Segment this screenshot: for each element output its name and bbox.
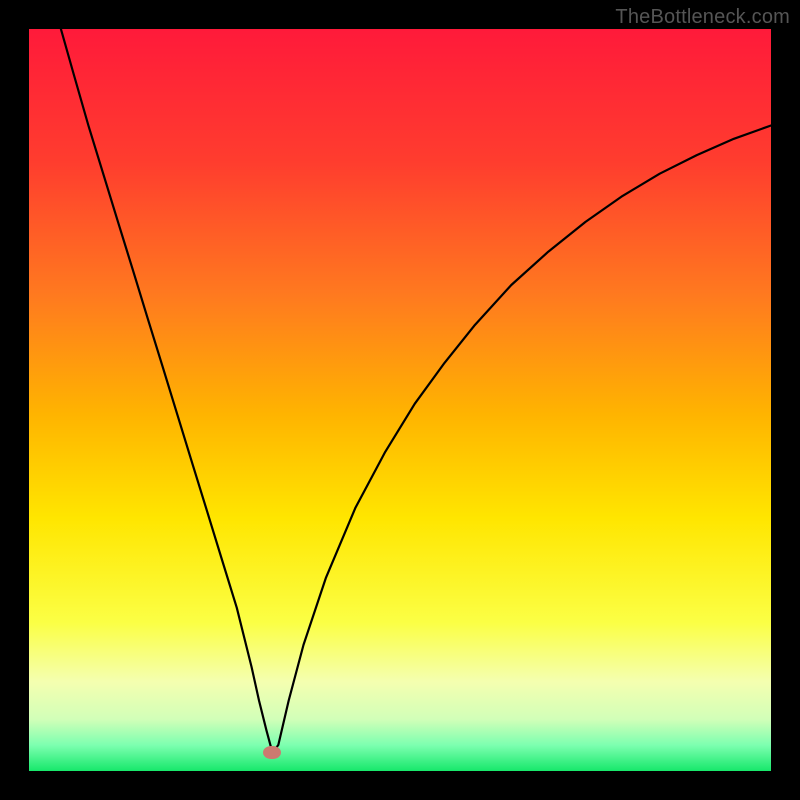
watermark-text: TheBottleneck.com	[615, 6, 790, 29]
plot-area	[29, 29, 771, 771]
minimum-marker	[263, 746, 281, 759]
chart-frame: TheBottleneck.com	[0, 0, 800, 800]
bottleneck-curve	[29, 29, 771, 771]
